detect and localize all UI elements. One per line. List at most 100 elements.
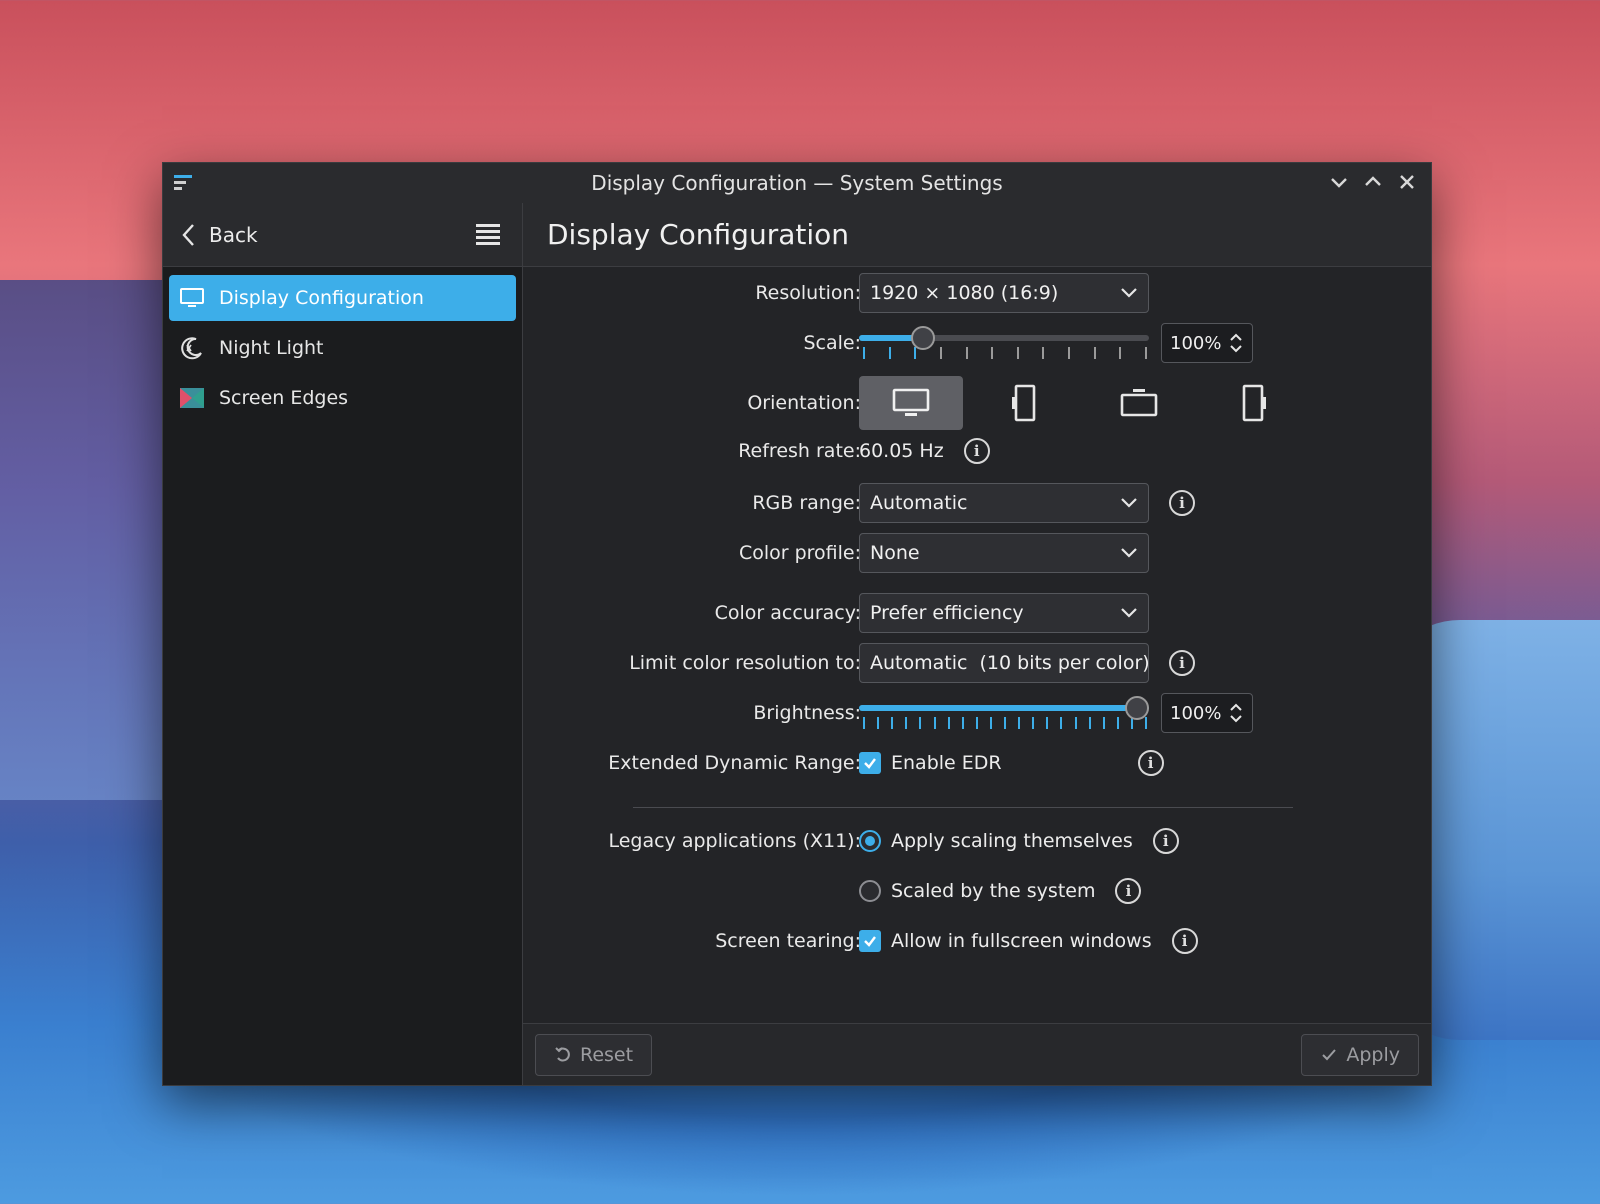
enable-edr-label[interactable]: Enable EDR bbox=[891, 752, 1002, 774]
refresh-rate-label: Refresh rate: bbox=[738, 440, 861, 462]
main-area: Display Configuration Night Light Screen… bbox=[163, 267, 1431, 1085]
scale-slider[interactable] bbox=[859, 323, 1149, 363]
button-bar: Reset Apply bbox=[523, 1023, 1431, 1085]
back-label: Back bbox=[209, 222, 258, 247]
scale-slider-ticks bbox=[859, 347, 1149, 359]
color-accuracy-row: Color accuracy: Prefer efficiency bbox=[523, 591, 1431, 635]
app-menu-icon[interactable] bbox=[173, 173, 195, 193]
slider-tick bbox=[1060, 717, 1062, 729]
info-icon[interactable]: i bbox=[1152, 828, 1179, 854]
slider-tick bbox=[990, 717, 992, 729]
info-icon[interactable]: i bbox=[1171, 928, 1198, 954]
slider-tick bbox=[1004, 717, 1006, 729]
legacy-apps-row: Legacy applications (X11): Apply scaling… bbox=[523, 819, 1431, 863]
apply-label: Apply bbox=[1346, 1044, 1400, 1066]
apply-scaling-label[interactable]: Apply scaling themselves bbox=[891, 830, 1133, 852]
color-accuracy-combobox[interactable]: Prefer efficiency bbox=[859, 593, 1149, 633]
checkmark-icon bbox=[864, 936, 876, 947]
portrait-icon bbox=[1012, 384, 1036, 422]
spin-arrows-icon[interactable] bbox=[1228, 330, 1244, 356]
info-icon[interactable]: i bbox=[1115, 878, 1142, 904]
slider-tick bbox=[889, 347, 891, 359]
enable-edr-checkbox[interactable] bbox=[859, 752, 881, 774]
color-profile-combobox[interactable]: None bbox=[859, 533, 1149, 573]
scaled-by-system-label[interactable]: Scaled by the system bbox=[891, 880, 1095, 902]
slider-tick bbox=[1018, 717, 1020, 729]
orientation-portrait-button[interactable] bbox=[973, 376, 1077, 430]
slider-tick bbox=[1068, 347, 1070, 359]
sidebar-item-display-configuration[interactable]: Display Configuration bbox=[169, 275, 516, 321]
scale-slider-handle[interactable] bbox=[911, 326, 935, 350]
slider-tick bbox=[863, 717, 865, 729]
hamburger-menu-icon[interactable] bbox=[474, 221, 502, 247]
maximize-button[interactable] bbox=[1361, 169, 1385, 195]
landscape-icon bbox=[892, 388, 930, 416]
slider-tick bbox=[919, 717, 921, 729]
resolution-combobox[interactable]: 1920 × 1080 (16:9) bbox=[859, 273, 1149, 313]
minimize-button[interactable] bbox=[1327, 169, 1351, 195]
refresh-rate-row: Refresh rate: 60.05 Hz i bbox=[523, 429, 1431, 473]
slider-tick bbox=[966, 347, 968, 359]
allow-tearing-label[interactable]: Allow in fullscreen windows bbox=[891, 930, 1152, 952]
color-profile-row: Color profile: None bbox=[523, 531, 1431, 575]
slider-tick bbox=[877, 717, 879, 729]
sidebar-header: Back bbox=[163, 203, 523, 266]
back-button[interactable]: Back bbox=[181, 222, 258, 248]
screen-tearing-row: Screen tearing: Allow in fullscreen wind… bbox=[523, 919, 1431, 963]
sidebar-item-label: Display Configuration bbox=[219, 287, 424, 309]
reset-icon bbox=[555, 1047, 570, 1062]
screen-tearing-label: Screen tearing: bbox=[715, 930, 861, 952]
slider-tick bbox=[1145, 347, 1147, 359]
sidebar-item-screen-edges[interactable]: Screen Edges bbox=[169, 375, 516, 421]
rgb-range-label: RGB range: bbox=[752, 492, 861, 514]
slider-tick bbox=[1032, 717, 1034, 729]
slider-tick bbox=[1094, 347, 1096, 359]
color-profile-value: None bbox=[870, 542, 920, 564]
apply-button[interactable]: Apply bbox=[1301, 1034, 1419, 1076]
info-icon[interactable]: i bbox=[963, 438, 990, 464]
info-icon[interactable]: i bbox=[1169, 650, 1195, 676]
orientation-row: Orientation: bbox=[523, 375, 1431, 431]
brightness-slider-ticks bbox=[859, 717, 1149, 729]
allow-tearing-checkbox[interactable] bbox=[859, 930, 881, 952]
brightness-slider-handle[interactable] bbox=[1125, 696, 1149, 720]
slider-tick bbox=[1089, 717, 1091, 729]
apply-scaling-radio[interactable] bbox=[859, 830, 881, 852]
scale-row: Scale: 100% bbox=[523, 321, 1431, 365]
orientation-landscape-button[interactable] bbox=[859, 376, 963, 430]
window-title: Display Configuration — System Settings bbox=[591, 171, 1003, 195]
legacy-apps-label: Legacy applications (X11): bbox=[608, 830, 861, 852]
color-resolution-combobox[interactable]: Automatic (10 bits per color) bbox=[859, 643, 1150, 683]
edr-label: Extended Dynamic Range: bbox=[608, 752, 861, 774]
slider-tick bbox=[991, 347, 993, 359]
brightness-value: 100% bbox=[1170, 702, 1222, 724]
section-divider bbox=[633, 807, 1293, 808]
scaled-by-system-radio[interactable] bbox=[859, 880, 881, 902]
brightness-spinbox[interactable]: 100% bbox=[1161, 693, 1253, 733]
info-icon[interactable]: i bbox=[1169, 490, 1195, 516]
orientation-landscape-flipped-button[interactable] bbox=[1087, 376, 1191, 430]
screen-edges-icon bbox=[180, 388, 204, 408]
slider-tick bbox=[1017, 347, 1019, 359]
chevron-down-icon bbox=[1331, 178, 1347, 188]
chevron-up-icon bbox=[1365, 176, 1381, 186]
slider-tick bbox=[1119, 347, 1121, 359]
info-icon[interactable]: i bbox=[1137, 750, 1164, 776]
close-icon bbox=[1400, 175, 1414, 189]
resolution-label: Resolution: bbox=[755, 282, 861, 304]
slider-tick bbox=[1042, 347, 1044, 359]
chevron-down-icon bbox=[1121, 548, 1137, 558]
orientation-portrait-flipped-button[interactable] bbox=[1201, 376, 1305, 430]
scale-spinbox[interactable]: 100% bbox=[1161, 323, 1253, 363]
color-resolution-value: Automatic (10 bits per color) bbox=[870, 652, 1150, 674]
spin-arrows-icon[interactable] bbox=[1228, 700, 1244, 726]
sidebar-item-label: Screen Edges bbox=[219, 387, 349, 409]
close-button[interactable] bbox=[1395, 169, 1419, 195]
chevron-down-icon bbox=[1121, 608, 1137, 618]
brightness-slider[interactable] bbox=[859, 693, 1149, 733]
scale-value: 100% bbox=[1170, 332, 1222, 354]
rgb-range-combobox[interactable]: Automatic bbox=[859, 483, 1149, 523]
reset-button[interactable]: Reset bbox=[535, 1034, 653, 1076]
sidebar-item-night-light[interactable]: Night Light bbox=[169, 325, 516, 371]
brightness-slider-fill bbox=[859, 705, 1149, 711]
